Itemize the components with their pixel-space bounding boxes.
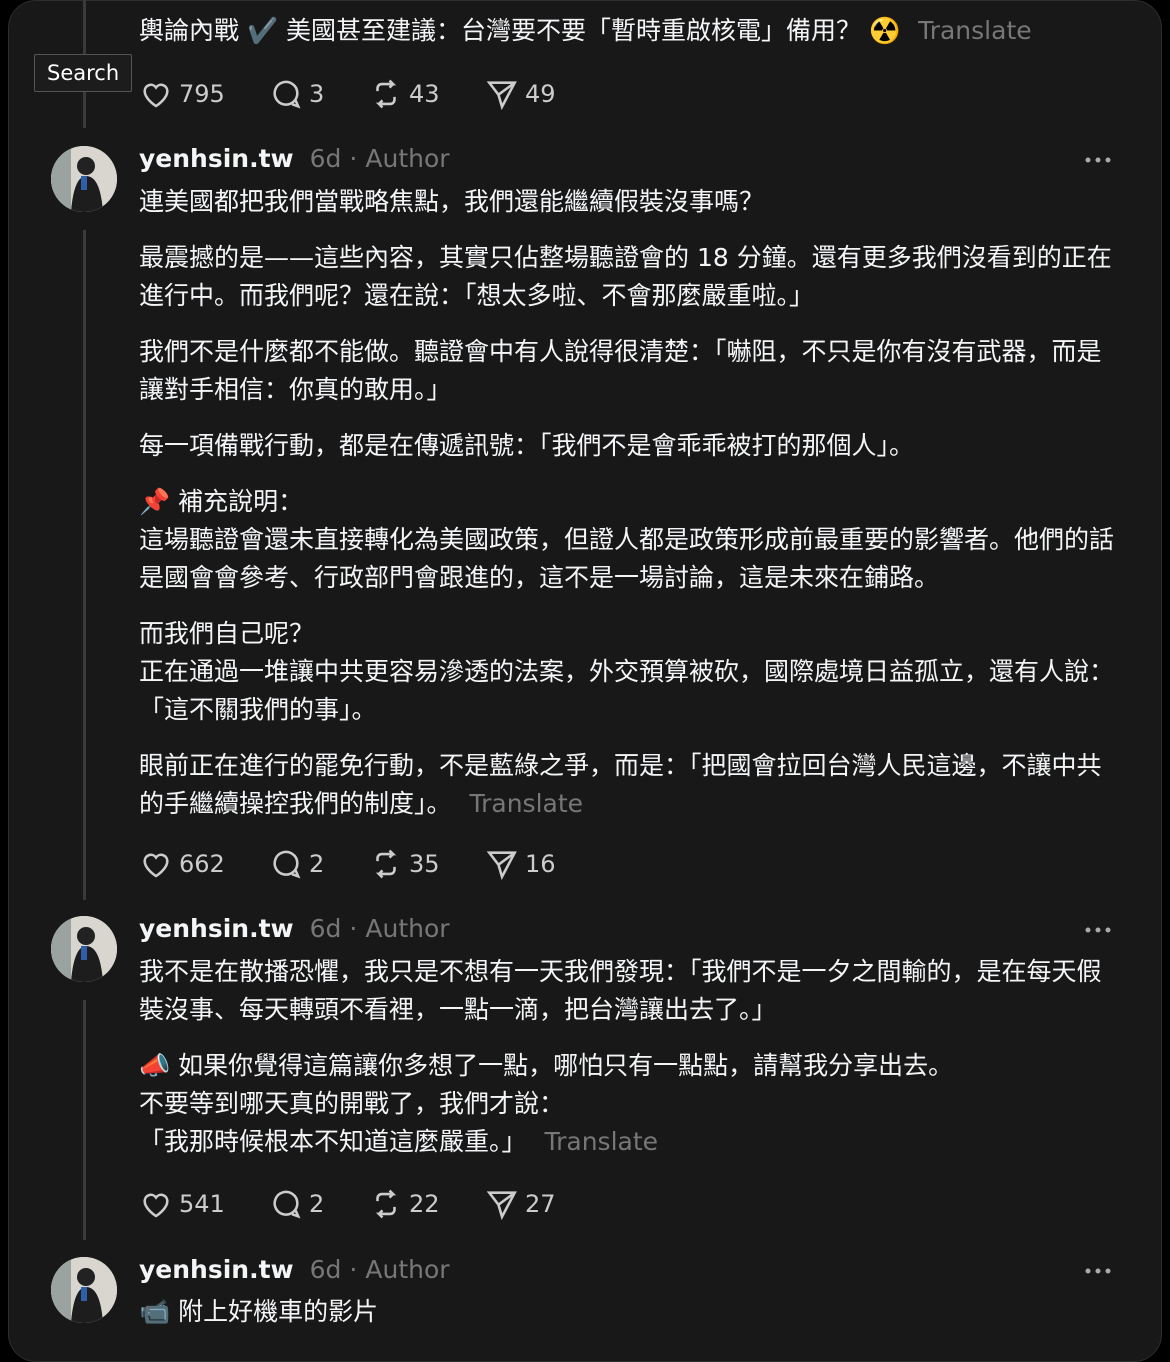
- post-paragraph: 每一項備戰行動，都是在傳遞訊號：「我們不是會乖乖被打的那個人」。: [139, 431, 915, 460]
- send-icon: [486, 81, 517, 111]
- share-count: 16: [525, 850, 556, 878]
- post-paragraph: 而我們自己呢？ 正在通過一堆讓中共更容易滲透的法案，外交預算被砍，國際處境日益孤…: [139, 619, 1115, 724]
- heart-icon: [143, 83, 169, 108]
- post-header: yenhsin.tw 6d · Author: [139, 144, 450, 174]
- like-count: 795: [179, 80, 225, 108]
- author-badge: Author: [365, 1255, 450, 1284]
- like-count: 662: [179, 850, 225, 878]
- translate-link[interactable]: Translate: [470, 789, 584, 818]
- send-icon: [486, 851, 517, 881]
- repost-button[interactable]: 43: [369, 74, 440, 114]
- separator-dot: ·: [349, 144, 358, 173]
- translate-link[interactable]: Translate: [918, 16, 1032, 45]
- separator-dot: ·: [349, 1255, 358, 1284]
- repost-icon: [375, 849, 397, 879]
- timestamp[interactable]: 6d: [310, 144, 342, 173]
- heart-icon: [143, 1193, 169, 1218]
- more-icon[interactable]: [1084, 155, 1112, 165]
- repost-count: 43: [409, 80, 440, 108]
- repost-count: 35: [409, 850, 440, 878]
- like-button[interactable]: 662: [139, 844, 225, 884]
- repost-count: 22: [409, 1190, 440, 1218]
- post-paragraph: 我不是在散播恐懼，我只是不想有一天我們發現：「我們不是一夕之間輸的，是在每天假裝…: [139, 957, 1102, 1024]
- send-icon: [486, 1191, 517, 1221]
- reply-count: 2: [309, 850, 325, 878]
- share-count: 27: [525, 1190, 556, 1218]
- comment-icon: [273, 850, 301, 879]
- like-button[interactable]: 541: [139, 1184, 225, 1224]
- search-tooltip: Search: [34, 54, 133, 92]
- more-icon[interactable]: [1084, 925, 1112, 935]
- post-header: yenhsin.tw 6d · Author: [139, 1255, 450, 1285]
- thread-line: [83, 1000, 86, 1240]
- username[interactable]: yenhsin.tw: [139, 144, 294, 173]
- post-paragraph: 眼前正在進行的罷免行動，不是藍綠之爭，而是：「把國會拉回台灣人民這邊，不讓中共的…: [139, 751, 1102, 818]
- more-icon[interactable]: [1084, 1266, 1112, 1276]
- post-paragraph: 📌 補充說明： 這場聽證會還未直接轉化為美國政策，但證人都是政策形成前最重要的影…: [139, 487, 1115, 592]
- avatar-image: [51, 146, 117, 212]
- heart-icon: [143, 853, 169, 878]
- post-paragraph: 我們不是什麼都不能做。聽證會中有人說得很清楚：「嚇阻，不只是你有沒有武器，而是讓…: [139, 337, 1102, 404]
- avatar-image: [51, 1257, 117, 1323]
- username[interactable]: yenhsin.tw: [139, 914, 294, 943]
- share-button[interactable]: 27: [485, 1184, 556, 1224]
- share-button[interactable]: 16: [485, 844, 556, 884]
- repost-button[interactable]: 22: [369, 1184, 440, 1224]
- reply-count: 2: [309, 1190, 325, 1218]
- post-text: 連美國都把我們當戰略焦點，我們還能繼續假裝沒事嗎？ 最震撼的是——這些內容，其實…: [139, 183, 1119, 841]
- repost-icon: [375, 1189, 397, 1219]
- post-paragraph: 最震撼的是——這些內容，其實只佔整場聽證會的 18 分鐘。還有更多我們沒看到的正…: [139, 243, 1112, 310]
- author-badge: Author: [365, 144, 450, 173]
- reply-button[interactable]: 2: [269, 1184, 324, 1224]
- separator-dot: ·: [349, 914, 358, 943]
- share-button[interactable]: 49: [485, 74, 556, 114]
- post-text: 📹 附上好機車的影片: [139, 1293, 1119, 1349]
- post-text: 輿論內戰 ✔️ 美國甚至建議：台灣要不要「暫時重啟核電」備用？ ☢️ Transl…: [139, 12, 1119, 50]
- post-text: 我不是在散播恐懼，我只是不想有一天我們發現：「我們不是一夕之間輸的，是在每天假裝…: [139, 953, 1119, 1179]
- reply-button[interactable]: 2: [269, 844, 324, 884]
- comment-icon: [273, 1190, 301, 1219]
- post-header: yenhsin.tw 6d · Author: [139, 914, 450, 944]
- avatar-image: [51, 916, 117, 982]
- repost-icon: [375, 79, 397, 109]
- post-paragraph: 連美國都把我們當戰略焦點，我們還能繼續假裝沒事嗎？: [139, 187, 765, 216]
- post-body: 輿論內戰 ✔️ 美國甚至建議：台灣要不要「暫時重啟核電」備用？ ☢️: [139, 16, 901, 45]
- avatar[interactable]: [51, 146, 117, 212]
- like-button[interactable]: 795: [139, 74, 225, 114]
- username[interactable]: yenhsin.tw: [139, 1255, 294, 1284]
- post-paragraph: 📹 附上好機車的影片: [139, 1297, 379, 1326]
- timestamp[interactable]: 6d: [310, 914, 342, 943]
- reply-button[interactable]: 3: [269, 74, 324, 114]
- author-badge: Author: [365, 914, 450, 943]
- thread-line: [83, 230, 86, 900]
- avatar[interactable]: [51, 916, 117, 982]
- like-count: 541: [179, 1190, 225, 1218]
- share-count: 49: [525, 80, 556, 108]
- translate-link[interactable]: Translate: [545, 1127, 659, 1156]
- avatar[interactable]: [51, 1257, 117, 1323]
- comment-icon: [273, 80, 301, 109]
- timestamp[interactable]: 6d: [310, 1255, 342, 1284]
- reply-count: 3: [309, 80, 325, 108]
- repost-button[interactable]: 35: [369, 844, 440, 884]
